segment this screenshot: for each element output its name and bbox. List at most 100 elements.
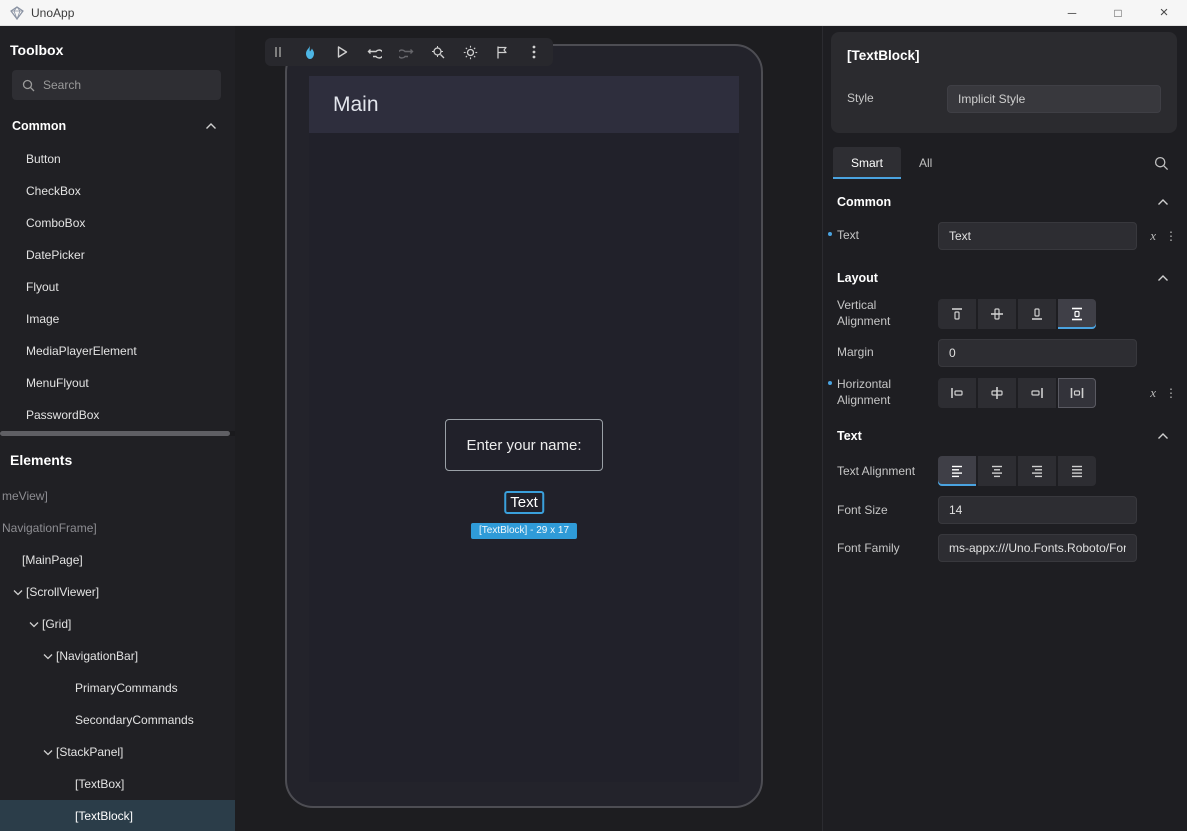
chevron-up-icon[interactable]	[1157, 274, 1169, 282]
toolbox-item-flyout[interactable]: Flyout	[0, 271, 235, 303]
binding-icon[interactable]: x	[1150, 228, 1156, 244]
toolbox-item-checkbox[interactable]: CheckBox	[0, 175, 235, 207]
canvas-textblock-selected[interactable]: Text	[504, 491, 544, 514]
grip-icon[interactable]	[269, 43, 287, 61]
toolbox-item-datepicker[interactable]: DatePicker	[0, 239, 235, 271]
tree-item-navigationbar[interactable]: [NavigationBar]	[0, 640, 235, 672]
chevron-up-icon[interactable]	[1157, 198, 1169, 206]
more-options-icon[interactable]: ⋮	[1165, 230, 1177, 242]
chevron-down-icon[interactable]	[26, 621, 42, 628]
picker-icon[interactable]	[429, 43, 447, 61]
more-icon[interactable]	[525, 43, 543, 61]
prop-row-margin: Margin	[823, 334, 1187, 372]
tree-item-stackpanel[interactable]: [StackPanel]	[0, 736, 235, 768]
toolbox-section-common[interactable]: Common	[0, 104, 235, 143]
navigation-bar: Main	[309, 76, 739, 133]
chevron-down-icon[interactable]	[40, 749, 56, 756]
text-align-justify-button[interactable]	[1058, 456, 1096, 486]
play-icon[interactable]	[333, 43, 351, 61]
section-common[interactable]: Common	[823, 179, 1187, 217]
redo-icon[interactable]	[397, 43, 415, 61]
valign-stretch-button[interactable]	[1058, 299, 1096, 329]
valign-stretch-icon	[1069, 306, 1085, 322]
screen-content: Enter your name: Text [TextBlock] - 29 x…	[309, 133, 739, 782]
valign-bottom-button[interactable]	[1018, 299, 1056, 329]
valign-top-icon	[949, 306, 965, 322]
style-input[interactable]	[947, 85, 1161, 113]
margin-label: Margin	[837, 345, 938, 361]
app-title: UnoApp	[31, 6, 74, 20]
maximize-button[interactable]: □	[1095, 0, 1141, 25]
valign-top-button[interactable]	[938, 299, 976, 329]
toolbox-item-mediaplayerelement[interactable]: MediaPlayerElement	[0, 335, 235, 367]
tree-item-homeview[interactable]: meView]	[0, 480, 235, 512]
tree-item-textblock-selected[interactable]: [TextBlock]	[0, 800, 235, 831]
chevron-down-icon[interactable]	[40, 653, 56, 660]
tree-item-secondarycommands[interactable]: SecondaryCommands	[0, 704, 235, 736]
minimize-button[interactable]: ─	[1049, 0, 1095, 25]
modified-indicator	[828, 381, 832, 385]
toolbox-search[interactable]	[12, 70, 221, 100]
toolbox-scrollbar[interactable]	[0, 431, 235, 436]
toolbox-item-image[interactable]: Image	[0, 303, 235, 335]
design-canvas: Main Enter your name: Text [TextBlock] -…	[235, 26, 822, 831]
tab-all[interactable]: All	[901, 147, 950, 179]
flag-icon[interactable]	[493, 43, 511, 61]
app-window: UnoApp ─ □ × Toolbox Common Button Check…	[0, 0, 1187, 831]
font-size-input[interactable]	[938, 496, 1137, 524]
properties-search-button[interactable]	[1154, 156, 1169, 171]
text-align-justify-icon	[1069, 463, 1085, 479]
valign-bottom-icon	[1029, 306, 1045, 322]
toolbox-item-menuflyout[interactable]: MenuFlyout	[0, 367, 235, 399]
scrollbar-thumb[interactable]	[0, 431, 230, 436]
font-family-label: Font Family	[837, 541, 938, 557]
canvas-textbox[interactable]: Enter your name:	[445, 419, 603, 471]
text-align-center-button[interactable]	[978, 456, 1016, 486]
toolbox-section-label: Common	[12, 119, 66, 133]
search-input[interactable]	[43, 78, 211, 92]
tree-item-primarycommands[interactable]: PrimaryCommands	[0, 672, 235, 704]
toolbox-item-passwordbox[interactable]: PasswordBox	[0, 399, 235, 431]
halign-stretch-icon	[1069, 385, 1085, 401]
section-text[interactable]: Text	[823, 413, 1187, 451]
properties-panel: [TextBlock] Style Smart All Common	[822, 26, 1187, 831]
valign-center-button[interactable]	[978, 299, 1016, 329]
prop-row-font-family: Font Family	[823, 529, 1187, 567]
undo-icon[interactable]	[365, 43, 383, 61]
halign-stretch-button[interactable]	[1058, 378, 1096, 408]
binding-icon[interactable]: x	[1150, 385, 1156, 401]
tree-item-mainpage[interactable]: [MainPage]	[0, 544, 235, 576]
halign-left-button[interactable]	[938, 378, 976, 408]
section-layout[interactable]: Layout	[823, 255, 1187, 293]
theme-icon[interactable]	[461, 43, 479, 61]
prop-row-horizontal-alignment: Horizontal Alignment x ⋮	[823, 372, 1187, 413]
tree-item-navigationframe[interactable]: NavigationFrame]	[0, 512, 235, 544]
chevron-up-icon[interactable]	[205, 122, 217, 130]
text-alignment-label: Text Alignment	[837, 464, 938, 480]
halign-center-button[interactable]	[978, 378, 1016, 408]
modified-indicator	[828, 232, 832, 236]
text-alignment-group	[938, 456, 1137, 486]
text-input[interactable]	[938, 222, 1137, 250]
text-align-right-button[interactable]	[1018, 456, 1056, 486]
margin-input[interactable]	[938, 339, 1137, 367]
halign-right-button[interactable]	[1018, 378, 1056, 408]
toolbox-item-combobox[interactable]: ComboBox	[0, 207, 235, 239]
text-property-label: Text	[837, 228, 938, 244]
chevron-down-icon[interactable]	[10, 589, 26, 596]
font-family-input[interactable]	[938, 534, 1137, 562]
tree-item-textbox[interactable]: [TextBox]	[0, 768, 235, 800]
text-align-left-button[interactable]	[938, 456, 976, 486]
text-align-center-icon	[989, 463, 1005, 479]
hot-reload-flame-icon[interactable]	[301, 43, 319, 61]
inspector-tabs: Smart All	[833, 147, 1169, 179]
close-button[interactable]: ×	[1141, 0, 1187, 25]
halign-center-icon	[989, 385, 1005, 401]
tree-item-grid[interactable]: [Grid]	[0, 608, 235, 640]
more-options-icon[interactable]: ⋮	[1165, 387, 1177, 399]
tree-item-scrollviewer[interactable]: [ScrollViewer]	[0, 576, 235, 608]
toolbox-item-button[interactable]: Button	[0, 143, 235, 175]
halign-left-icon	[949, 385, 965, 401]
chevron-up-icon[interactable]	[1157, 432, 1169, 440]
tab-smart[interactable]: Smart	[833, 147, 901, 179]
